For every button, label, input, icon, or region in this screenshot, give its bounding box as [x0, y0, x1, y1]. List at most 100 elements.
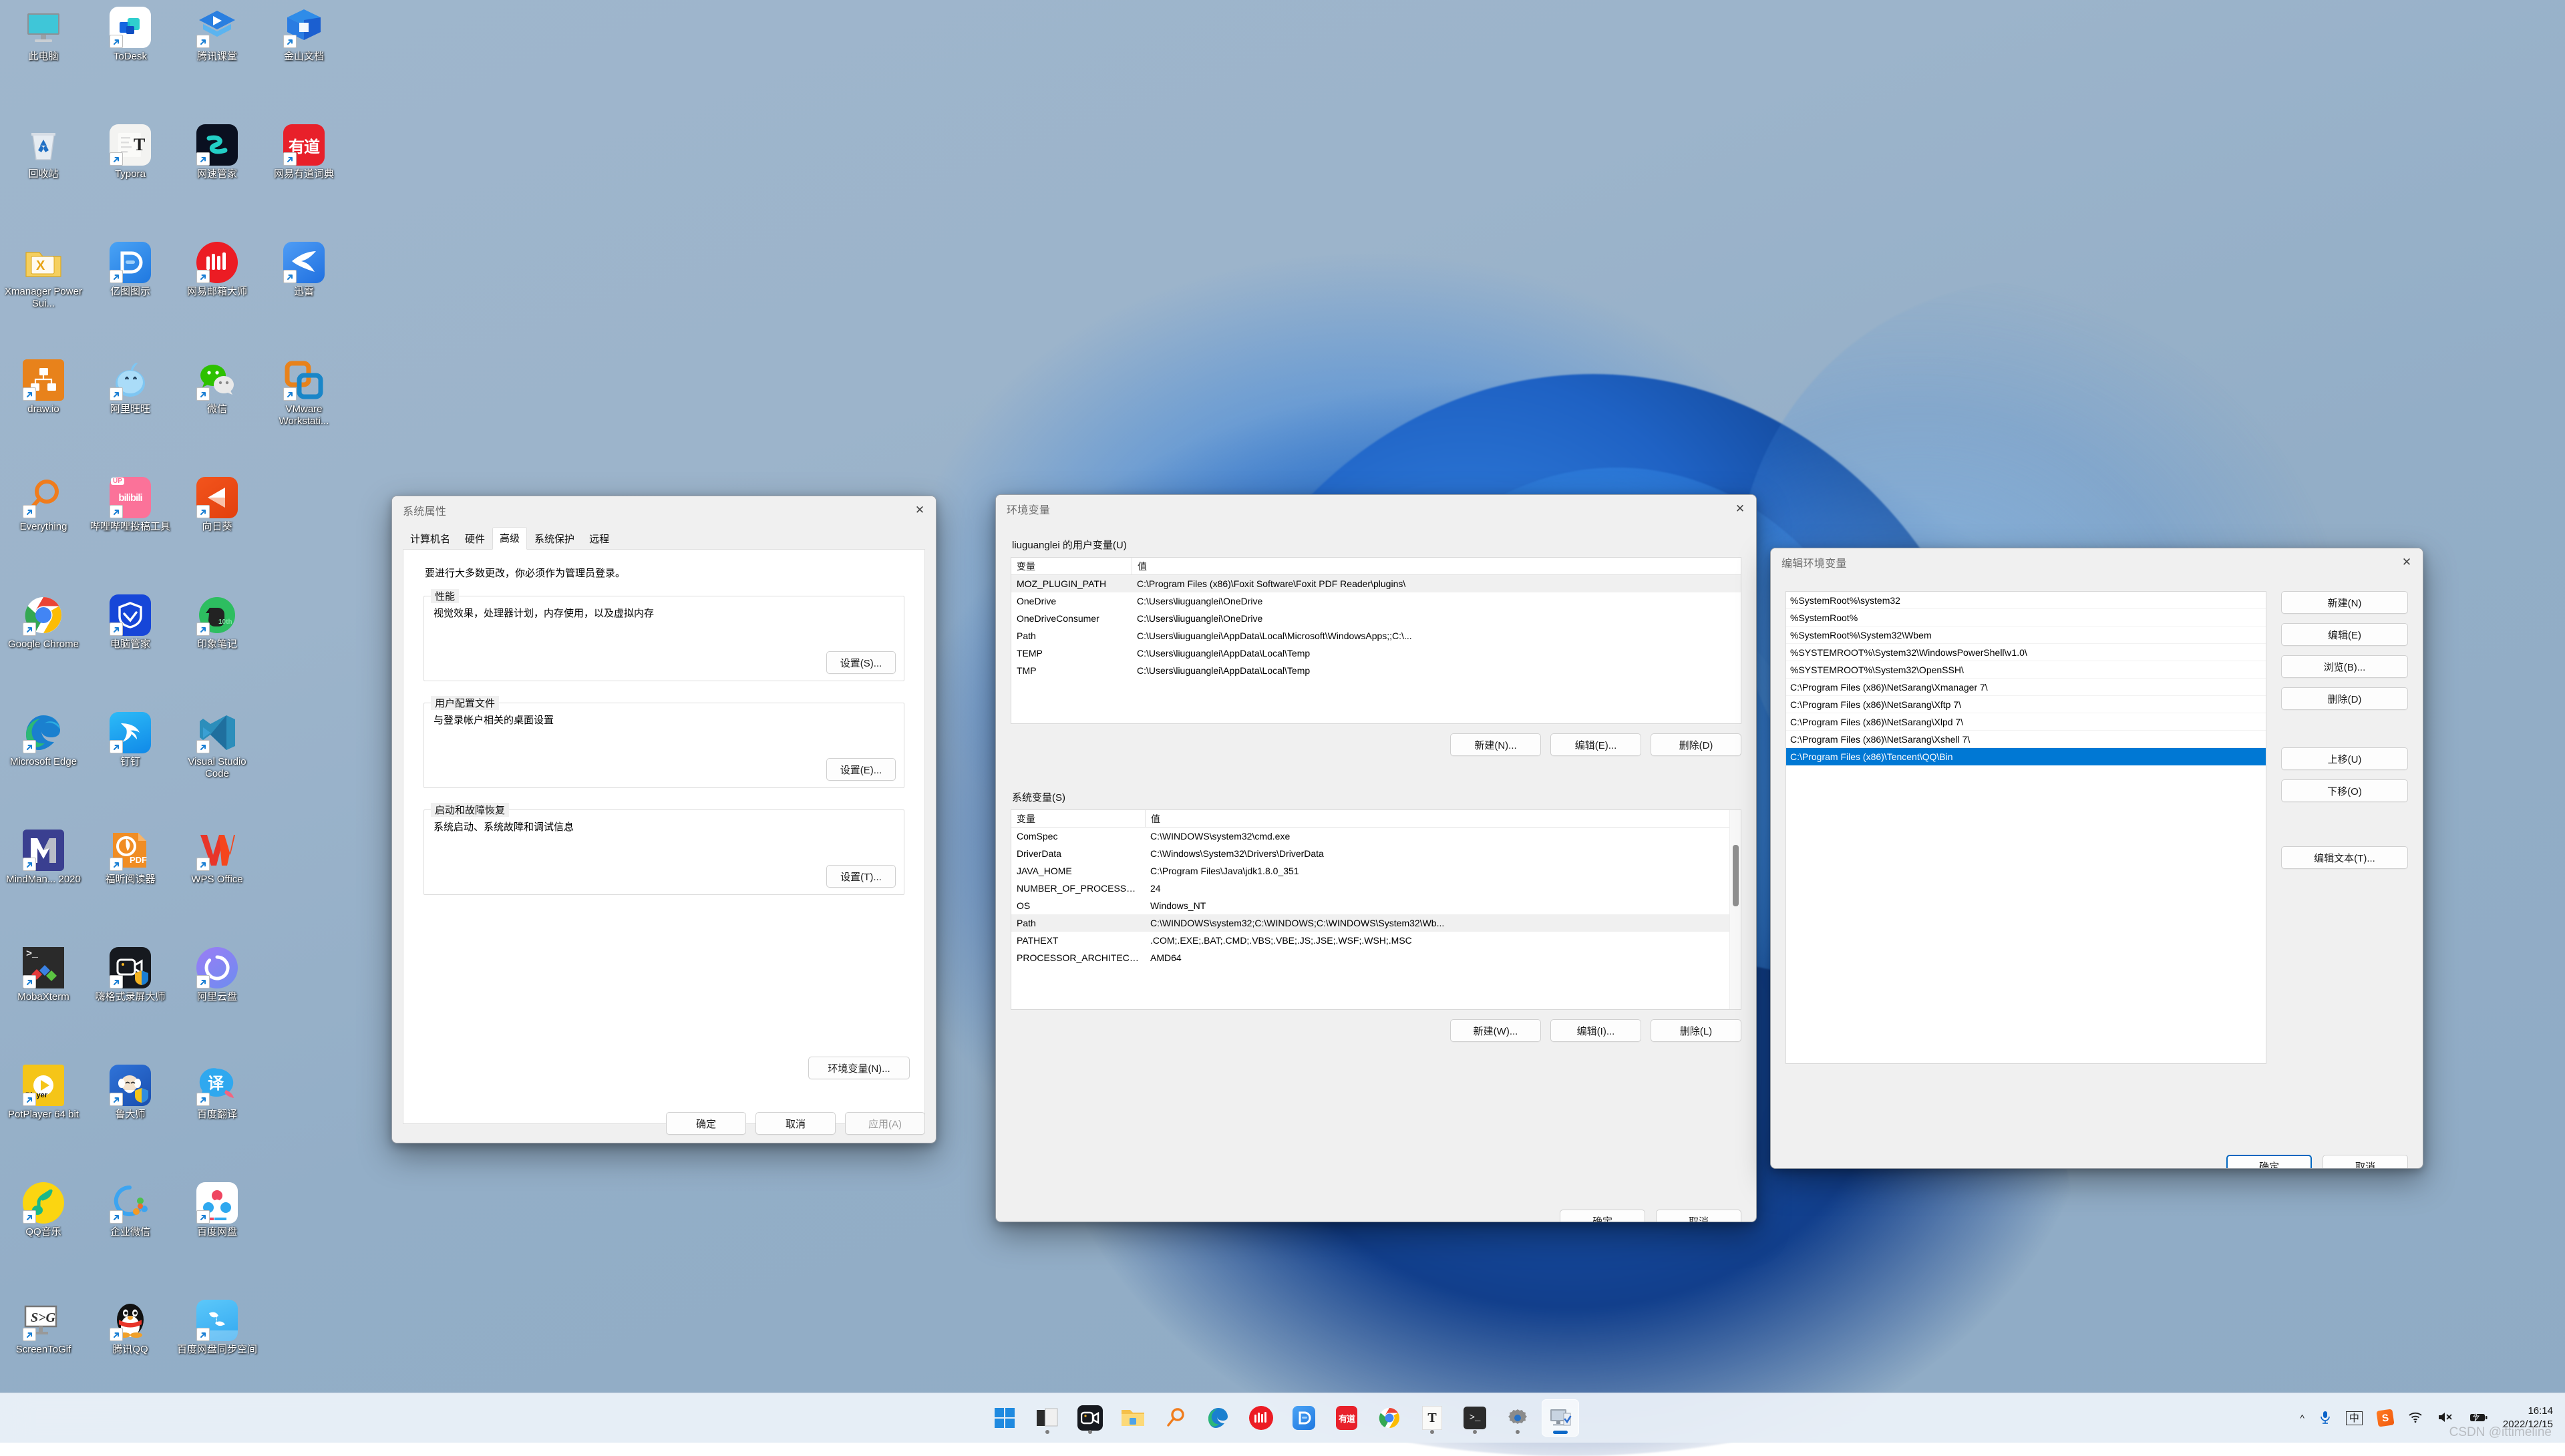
- table-row[interactable]: OneDriveC:\Users\liuguanglei\OneDrive: [1011, 592, 1741, 610]
- taskview-button[interactable]: [1029, 1399, 1066, 1437]
- edit-path-button[interactable]: 编辑(E): [2281, 623, 2408, 646]
- system-properties-tabstrip[interactable]: 计算机名硬件高级系统保护远程: [403, 528, 925, 550]
- typora-button[interactable]: T: [1413, 1399, 1451, 1437]
- desktop-icon-this-pc[interactable]: 此电脑: [0, 3, 87, 120]
- table-row[interactable]: MOZ_PLUGIN_PATHC:\Program Files (x86)\Fo…: [1011, 575, 1741, 592]
- environment-variables-cancel-button[interactable]: 取消: [1656, 1210, 1741, 1222]
- desktop-icon-chrome[interactable]: Google Chrome: [0, 590, 87, 708]
- environment-variables-dialog[interactable]: 环境变量 ✕ liuguanglei 的用户变量(U) 变量值MOZ_PLUGI…: [995, 494, 1757, 1222]
- battery-charging-icon[interactable]: [2468, 1411, 2488, 1425]
- chrome-button[interactable]: [1371, 1399, 1408, 1437]
- edit-environment-variable-titlebar[interactable]: 编辑环境变量 ✕: [1771, 548, 2423, 576]
- desktop-icon-haigeshi-recorder[interactable]: 嗨格式录屏大师: [87, 943, 174, 1061]
- environment-variables-button[interactable]: 环境变量(N)...: [808, 1057, 910, 1079]
- taskbar-clock[interactable]: 16:14 2022/12/15: [2503, 1405, 2553, 1431]
- desktop-icon-mindmanager[interactable]: MindMan... 2020: [0, 826, 87, 943]
- taskbar[interactable]: 有道T>_ ^ 中 S 16:14 2022/12/15 CSDN @ittim…: [0, 1393, 2565, 1443]
- table-row[interactable]: PathC:\Users\liuguanglei\AppData\Local\M…: [1011, 627, 1741, 645]
- system-edit-button[interactable]: 编辑(I)...: [1550, 1019, 1641, 1042]
- move-up-button[interactable]: 上移(U): [2281, 747, 2408, 770]
- desktop-icon-edge[interactable]: Microsoft Edge: [0, 708, 87, 826]
- vertical-scrollbar[interactable]: [1729, 810, 1741, 1009]
- performance-settings-button[interactable]: 设置(S)...: [826, 651, 896, 674]
- system-properties-titlebar[interactable]: 系统属性 ✕: [392, 496, 936, 524]
- edit-environment-variable-dialog[interactable]: 编辑环境变量 ✕ %SystemRoot%\system32%SystemRoo…: [1770, 548, 2423, 1169]
- user-variables-list[interactable]: 变量值MOZ_PLUGIN_PATHC:\Program Files (x86)…: [1011, 557, 1741, 724]
- desktop-icon-aliwangwang[interactable]: 阿里旺旺: [87, 355, 174, 473]
- volume-muted-icon[interactable]: [2437, 1411, 2453, 1425]
- close-icon[interactable]: ✕: [2391, 548, 2423, 576]
- sogou-ime-icon[interactable]: S: [2376, 1409, 2394, 1427]
- column-header[interactable]: 值: [1145, 810, 1741, 827]
- table-row[interactable]: TMPC:\Users\liuguanglei\AppData\Local\Te…: [1011, 662, 1741, 679]
- column-header[interactable]: 值: [1132, 558, 1741, 574]
- desktop-icon-mobaxterm[interactable]: >_MobaXterm: [0, 943, 87, 1061]
- new-path-button[interactable]: 新建(N): [2281, 591, 2408, 614]
- desktop-icon-tencent-pcmgr[interactable]: 电脑管家: [87, 590, 174, 708]
- netease-mail-button[interactable]: [1242, 1399, 1280, 1437]
- system-variables-list[interactable]: 变量值ComSpecC:\WINDOWS\system32\cmd.exeDri…: [1011, 809, 1741, 1010]
- user-new-button[interactable]: 新建(N)...: [1450, 733, 1541, 756]
- delete-path-button[interactable]: 删除(D): [2281, 687, 2408, 710]
- desktop-icon-everything[interactable]: Everything: [0, 473, 87, 590]
- tab-item-4[interactable]: 远程: [582, 528, 617, 550]
- path-entry-row[interactable]: %SYSTEMROOT%\System32\OpenSSH\: [1786, 661, 2266, 679]
- file-explorer-button[interactable]: [1114, 1399, 1152, 1437]
- desktop-icon-kingsoft-docs[interactable]: 金山文档: [261, 3, 347, 120]
- desktop-icon-netease-mail[interactable]: 网易邮箱大师: [174, 238, 261, 355]
- path-entry-row[interactable]: C:\Program Files (x86)\NetSarang\Xlpd 7\: [1786, 713, 2266, 731]
- edge-button[interactable]: [1200, 1399, 1237, 1437]
- column-header[interactable]: 变量: [1011, 810, 1145, 827]
- camera-recorder-button[interactable]: [1071, 1399, 1109, 1437]
- desktop-icon-drawio[interactable]: draw.io: [0, 355, 87, 473]
- tab-item-1[interactable]: 硬件: [458, 528, 492, 550]
- path-entries-list[interactable]: %SystemRoot%\system32%SystemRoot%%System…: [1785, 591, 2266, 1064]
- desktop-icon-wps-office[interactable]: WPS Office: [174, 826, 261, 943]
- system-properties-button[interactable]: [1542, 1399, 1579, 1437]
- tab-item-3[interactable]: 系统保护: [527, 528, 582, 550]
- edit-environment-variable-ok-button[interactable]: 确定: [2226, 1155, 2312, 1169]
- desktop-icon-vscode[interactable]: Visual Studio Code: [174, 708, 261, 826]
- desktop-icon-edraw[interactable]: 亿图图示: [87, 238, 174, 355]
- desktop-icon-aliyun-drive[interactable]: 阿里云盘: [174, 943, 261, 1061]
- desktop-icon-recycle-bin[interactable]: 回收站: [0, 120, 87, 238]
- move-down-button[interactable]: 下移(O): [2281, 779, 2408, 802]
- system-delete-button[interactable]: 删除(L): [1651, 1019, 1741, 1042]
- desktop-icon-wechat[interactable]: 微信: [174, 355, 261, 473]
- path-entry-row[interactable]: C:\Program Files (x86)\NetSarang\Xftp 7\: [1786, 696, 2266, 713]
- path-entry-row[interactable]: C:\Program Files (x86)\NetSarang\Xshell …: [1786, 731, 2266, 748]
- system-new-button[interactable]: 新建(W)...: [1450, 1019, 1541, 1042]
- desktop-icon-wangsu-guanjia[interactable]: 网速管家: [174, 120, 261, 238]
- table-row[interactable]: JAVA_HOMEC:\Program Files\Java\jdk1.8.0_…: [1011, 862, 1741, 880]
- browse-path-button[interactable]: 浏览(B)...: [2281, 655, 2408, 678]
- table-row[interactable]: NUMBER_OF_PROCESSORS24: [1011, 880, 1741, 897]
- desktop-icon-vmware[interactable]: VMware Workstati...: [261, 355, 347, 473]
- desktop-icon-wecom[interactable]: 企业微信: [87, 1178, 174, 1296]
- desktop-icon-baidu-translate[interactable]: 译百度翻译: [174, 1061, 261, 1178]
- desktop-icon-foxit-reader[interactable]: PDF福昕阅读器: [87, 826, 174, 943]
- youdao-button[interactable]: 有道: [1328, 1399, 1365, 1437]
- desktop-icon-typora[interactable]: TTypora: [87, 120, 174, 238]
- scrollbar-thumb[interactable]: [1733, 845, 1739, 906]
- path-entry-row[interactable]: %SystemRoot%: [1786, 609, 2266, 626]
- path-entry-row[interactable]: %SystemRoot%\system32: [1786, 592, 2266, 609]
- desktop-icon-sunlogin[interactable]: 向日葵: [174, 473, 261, 590]
- edit-text-button[interactable]: 编辑文本(T)...: [2281, 846, 2408, 869]
- edit-environment-variable-cancel-button[interactable]: 取消: [2323, 1155, 2408, 1169]
- table-row[interactable]: PROCESSOR_ARCHITECTUREAMD64: [1011, 949, 1741, 966]
- table-row[interactable]: OneDriveConsumerC:\Users\liuguanglei\One…: [1011, 610, 1741, 627]
- table-row[interactable]: ComSpecC:\WINDOWS\system32\cmd.exe: [1011, 828, 1741, 845]
- desktop-icon-xmanager-folder[interactable]: XXmanager Power Sui...: [0, 238, 87, 355]
- path-entry-row[interactable]: C:\Program Files (x86)\NetSarang\Xmanage…: [1786, 679, 2266, 696]
- desktop-icon-todesk[interactable]: ToDesk: [87, 3, 174, 120]
- environment-variables-titlebar[interactable]: 环境变量 ✕: [996, 495, 1756, 523]
- table-row[interactable]: DriverDataC:\Windows\System32\Drivers\Dr…: [1011, 845, 1741, 862]
- system-properties-ok-button[interactable]: 确定: [666, 1112, 746, 1135]
- desktop-icon-youdao-dict[interactable]: 有道网易有道词典: [261, 120, 347, 238]
- table-row[interactable]: OSWindows_NT: [1011, 897, 1741, 914]
- desktop-icon-baidu-netdisk[interactable]: 百度网盘: [174, 1178, 261, 1296]
- desktop-icon-ludashi[interactable]: 鲁大师: [87, 1061, 174, 1178]
- wifi-icon[interactable]: [2408, 1411, 2423, 1425]
- system-properties-cancel-button[interactable]: 取消: [755, 1112, 836, 1135]
- close-icon[interactable]: ✕: [904, 496, 936, 524]
